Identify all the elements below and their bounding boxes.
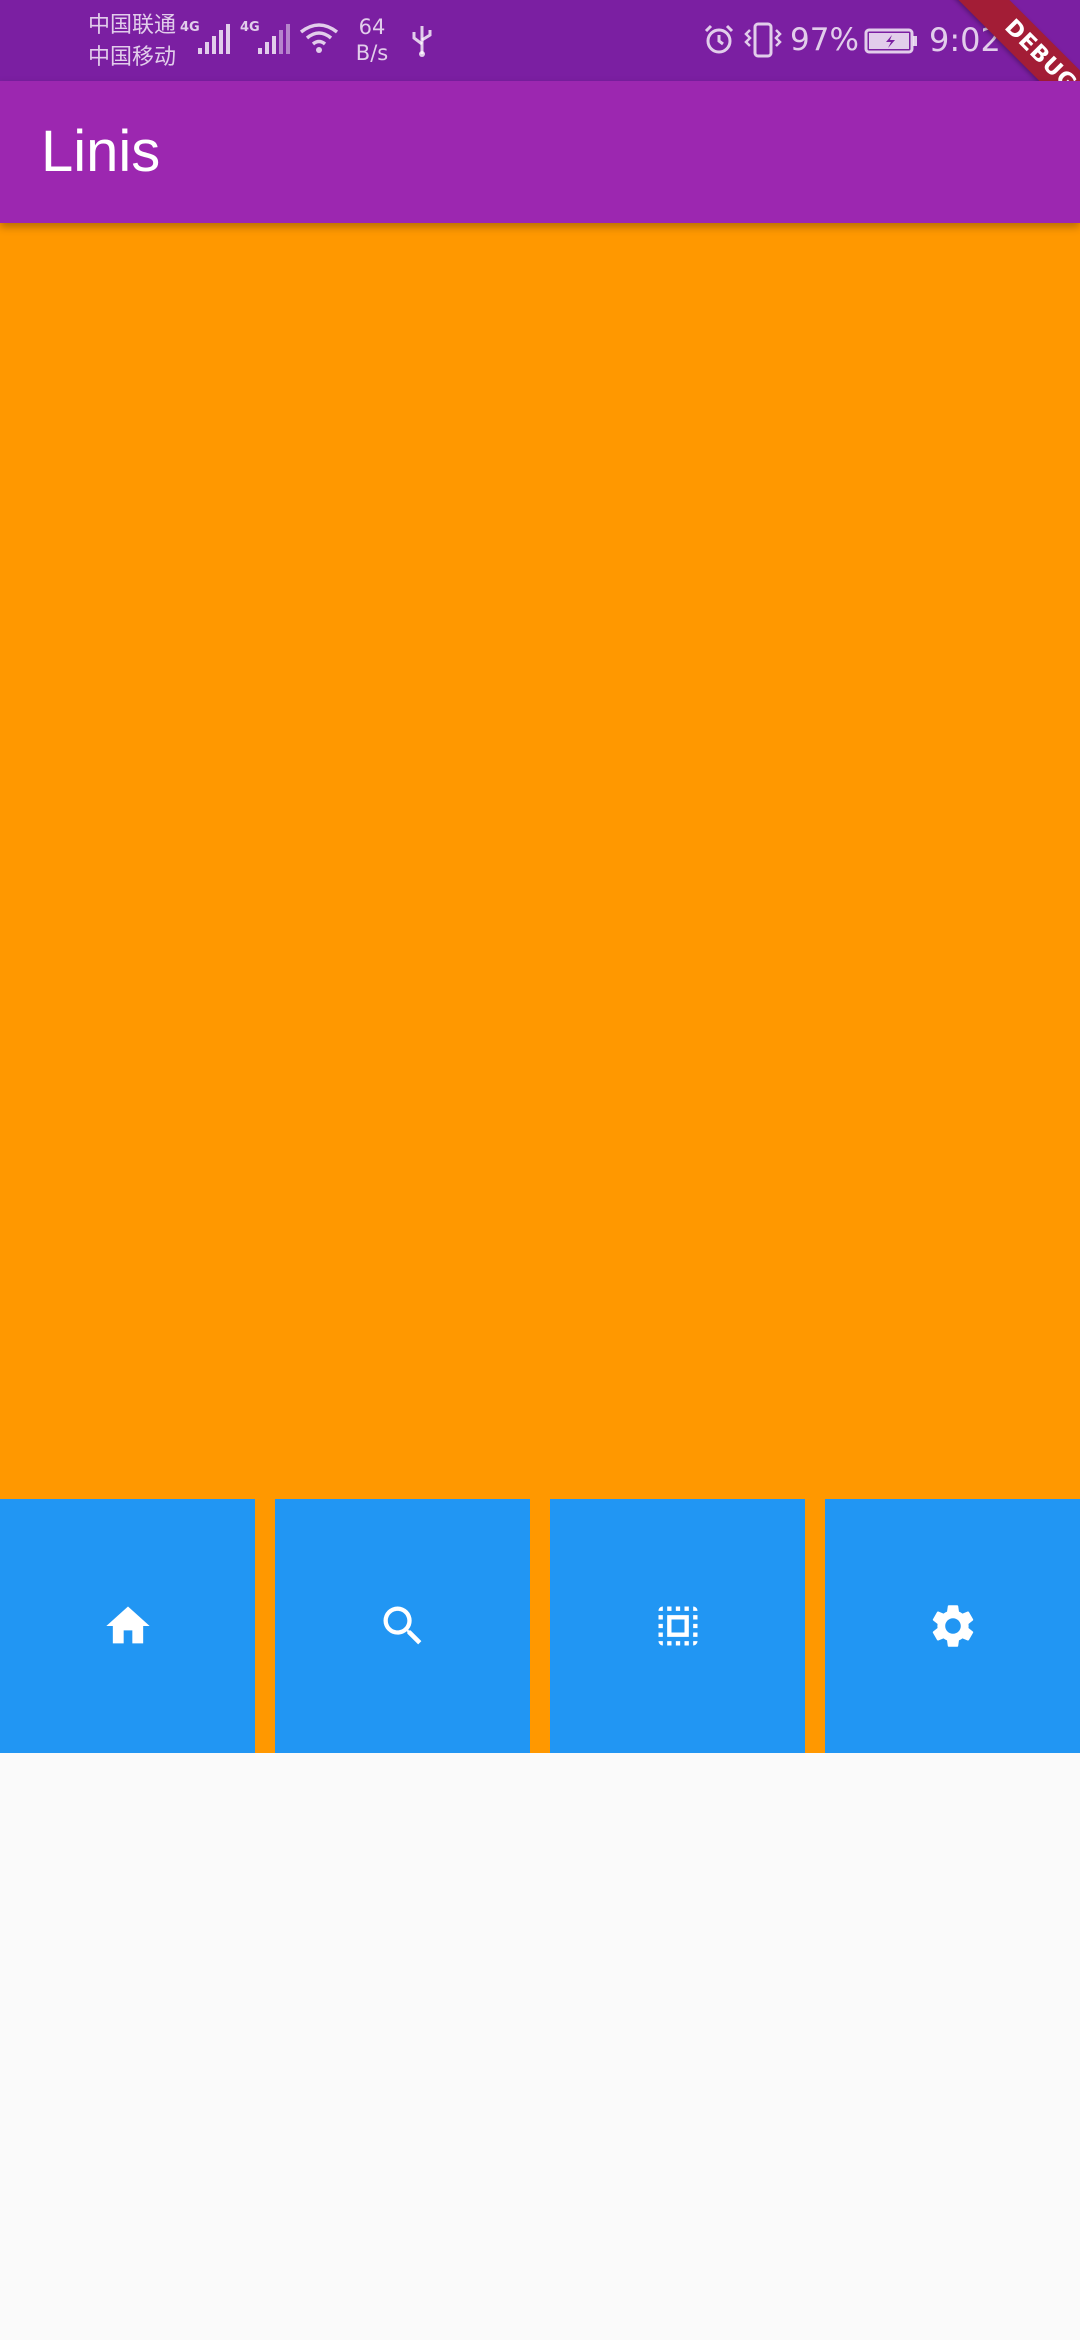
alarm-icon <box>704 24 734 54</box>
net-speed-unit: B/s <box>355 41 389 65</box>
carrier-labels: 中国联通 中国移动 <box>88 10 176 74</box>
home-icon <box>105 1606 150 1644</box>
settings-icon <box>932 1605 973 1647</box>
carrier-2-label: 中国移动 <box>88 45 177 70</box>
wifi-icon <box>299 23 339 53</box>
net-speed: 64 B/s <box>352 14 392 66</box>
page-title: Linis <box>41 119 161 184</box>
usb-icon <box>412 26 432 57</box>
battery-percent: 97% <box>790 22 859 58</box>
search-tile[interactable] <box>275 1499 530 1753</box>
signal-bars-icon <box>258 24 290 54</box>
app-bar: Linis <box>0 81 1080 223</box>
signal-bars-icon <box>198 24 230 54</box>
search-icon <box>383 1606 421 1645</box>
settings-tile[interactable] <box>825 1499 1080 1753</box>
select-all-icon <box>658 1606 697 1646</box>
carrier-1-label: 中国联通 <box>88 13 177 38</box>
app-root: 中国联通 中国移动 4G 4G 64 B/s 97% 9:02 DEBUG Li… <box>0 0 1080 2340</box>
status-bar: 中国联通 中国移动 4G 4G 64 B/s 97% 9:02 DEBUG <box>0 0 1080 168</box>
vibrate-icon <box>744 22 782 58</box>
battery-charging-icon <box>864 28 917 54</box>
select-all-tile[interactable] <box>550 1499 805 1753</box>
net-speed-value: 64 <box>358 15 386 39</box>
home-tile[interactable] <box>0 1499 255 1753</box>
